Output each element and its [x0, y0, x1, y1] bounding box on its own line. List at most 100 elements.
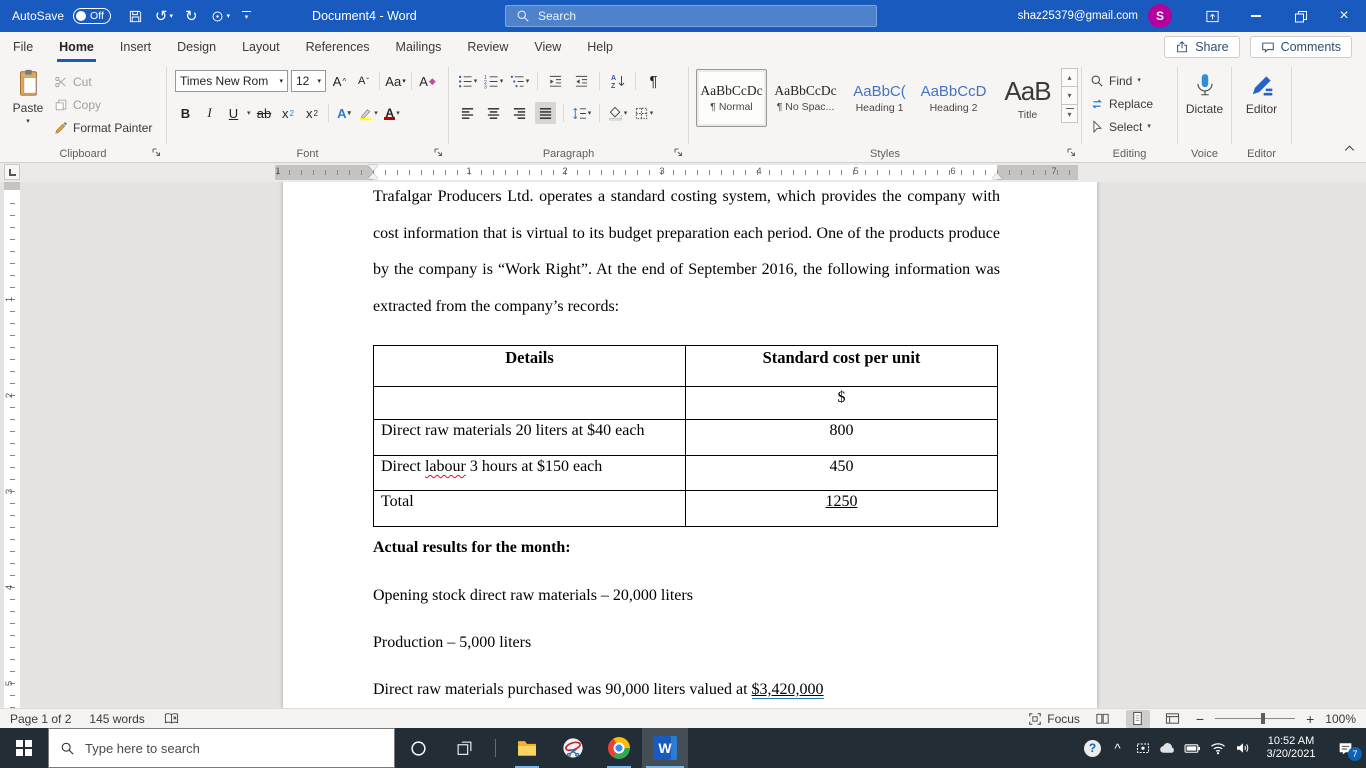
bullets-button[interactable]: ▾: [457, 70, 478, 92]
first-line-indent-marker[interactable]: [368, 165, 378, 171]
tab-references[interactable]: References: [293, 32, 383, 62]
comments-button[interactable]: Comments: [1249, 36, 1352, 58]
tab-review[interactable]: Review: [454, 32, 521, 62]
vertical-ruler[interactable]: 1 2 3 4 5: [4, 182, 20, 708]
styles-gallery-up-button[interactable]: ▴: [1061, 68, 1078, 87]
autosave-toggle[interactable]: Off: [73, 8, 111, 24]
clock[interactable]: 10:52 AM 3/20/2021: [1259, 735, 1323, 761]
style-title[interactable]: AaB Title: [992, 69, 1063, 127]
start-button[interactable]: [0, 728, 48, 768]
account-email[interactable]: shaz25379@gmail.com: [1018, 10, 1138, 22]
font-dialog-launcher-icon[interactable]: [433, 147, 444, 158]
file-explorer-button[interactable]: [504, 728, 550, 768]
zoom-in-button[interactable]: +: [1306, 712, 1314, 726]
styles-gallery-expand-button[interactable]: ▾: [1061, 104, 1078, 123]
battery-tray-button[interactable]: [1180, 728, 1205, 768]
paste-button[interactable]: Paste ▾: [7, 68, 49, 144]
show-paragraph-marks-button[interactable]: ¶: [643, 70, 664, 92]
redo-button[interactable]: ↻: [185, 9, 198, 24]
style-no-spacing[interactable]: AaBbCcDc ¶ No Spac...: [770, 69, 841, 127]
select-button[interactable]: Select ▾: [1090, 116, 1153, 137]
clear-formatting-button[interactable]: A ◆: [417, 70, 438, 92]
focus-mode-button[interactable]: Focus: [1028, 712, 1080, 726]
save-button[interactable]: [128, 9, 143, 24]
customize-qat-button[interactable]: ▾: [242, 10, 252, 21]
decrease-indent-button[interactable]: [545, 70, 566, 92]
font-size-combobox[interactable]: 12 ▾: [291, 70, 326, 92]
tab-design[interactable]: Design: [164, 32, 229, 62]
wifi-tray-button[interactable]: [1205, 728, 1230, 768]
word-taskbar-button[interactable]: W: [642, 728, 688, 768]
format-painter-button[interactable]: Format Painter: [54, 117, 152, 138]
read-mode-button[interactable]: [1091, 710, 1115, 728]
print-layout-button[interactable]: [1125, 709, 1150, 728]
cut-button[interactable]: Cut: [54, 71, 152, 92]
tab-help[interactable]: Help: [574, 32, 626, 62]
chrome-button[interactable]: [596, 728, 642, 768]
multilevel-list-button[interactable]: ▾: [509, 70, 530, 92]
zoom-out-button[interactable]: −: [1196, 712, 1204, 726]
strikethrough-button[interactable]: ab: [254, 102, 275, 124]
collapse-ribbon-button[interactable]: [1342, 141, 1357, 156]
italic-button[interactable]: I: [199, 102, 220, 124]
align-center-button[interactable]: [483, 102, 504, 124]
tab-layout[interactable]: Layout: [229, 32, 293, 62]
font-color-button[interactable]: A ▾: [382, 102, 403, 124]
highlight-color-button[interactable]: ▾: [358, 102, 379, 124]
change-case-button[interactable]: Aa ▾: [385, 70, 406, 92]
increase-indent-button[interactable]: [571, 70, 592, 92]
font-name-combobox[interactable]: Times New Rom ▾: [175, 70, 288, 92]
action-center-button[interactable]: 7: [1327, 728, 1363, 768]
numbering-button[interactable]: ▾: [483, 70, 504, 92]
page-indicator[interactable]: Page 1 of 2: [10, 712, 71, 726]
shrink-font-button[interactable]: Aˇ: [353, 70, 374, 92]
subscript-button[interactable]: x2: [278, 102, 299, 124]
style-heading-1[interactable]: AaBbC( Heading 1: [844, 69, 915, 127]
task-view-button[interactable]: [441, 728, 487, 768]
align-left-button[interactable]: [457, 102, 478, 124]
find-button[interactable]: Find ▾: [1090, 70, 1153, 91]
volume-tray-button[interactable]: [1230, 728, 1255, 768]
undo-button[interactable]: ↺ ▾: [155, 9, 173, 24]
styles-gallery-down-button[interactable]: ▾: [1061, 86, 1078, 105]
screen-snip-tray-button[interactable]: [1130, 728, 1155, 768]
borders-button[interactable]: ▾: [633, 102, 654, 124]
cortana-button[interactable]: [395, 728, 441, 768]
superscript-button[interactable]: x2: [302, 102, 323, 124]
restore-button[interactable]: [1278, 0, 1322, 32]
tab-mailings[interactable]: Mailings: [383, 32, 455, 62]
hanging-indent-marker[interactable]: [368, 173, 378, 179]
bold-button[interactable]: B: [175, 102, 196, 124]
align-right-button[interactable]: [509, 102, 530, 124]
word-count[interactable]: 145 words: [89, 712, 144, 726]
document-page[interactable]: Trafalgar Producers Ltd. operates a stan…: [283, 182, 1097, 708]
standard-cost-table[interactable]: Details Standard cost per unit $ Direct …: [373, 345, 998, 527]
touch-mouse-mode-button[interactable]: ▾: [210, 9, 230, 24]
account-avatar[interactable]: S: [1148, 4, 1172, 28]
grow-font-button[interactable]: A ^: [329, 70, 350, 92]
tab-home[interactable]: Home: [46, 32, 107, 62]
taskbar-search-input[interactable]: Type here to search: [48, 728, 395, 768]
get-help-tray-button[interactable]: ?: [1080, 728, 1105, 768]
zoom-slider[interactable]: [1215, 713, 1296, 724]
text-effects-button[interactable]: A ▾: [334, 102, 355, 124]
line-spacing-button[interactable]: ▾: [571, 102, 592, 124]
shading-button[interactable]: ▾: [607, 102, 628, 124]
share-button[interactable]: Share: [1164, 36, 1240, 58]
web-layout-button[interactable]: [1161, 710, 1185, 728]
paragraph-dialog-launcher-icon[interactable]: [673, 147, 684, 158]
clipboard-dialog-launcher-icon[interactable]: [151, 147, 162, 158]
snipping-tool-button[interactable]: [550, 728, 596, 768]
minimize-button[interactable]: [1234, 0, 1278, 32]
style-normal[interactable]: AaBbCcDc ¶ Normal: [696, 69, 767, 127]
tab-view[interactable]: View: [521, 32, 574, 62]
zoom-level[interactable]: 100%: [1325, 712, 1356, 726]
underline-button[interactable]: U: [223, 102, 244, 124]
style-heading-2[interactable]: AaBbCcD Heading 2: [918, 69, 989, 127]
dictate-button[interactable]: Dictate: [1178, 62, 1231, 116]
editor-button[interactable]: Editor: [1232, 62, 1291, 116]
horizontal-ruler[interactable]: 1 1 2 3 4 5 6 7: [275, 165, 1078, 180]
tab-insert[interactable]: Insert: [107, 32, 164, 62]
tab-file[interactable]: File: [0, 32, 46, 62]
replace-button[interactable]: Replace: [1090, 93, 1153, 114]
